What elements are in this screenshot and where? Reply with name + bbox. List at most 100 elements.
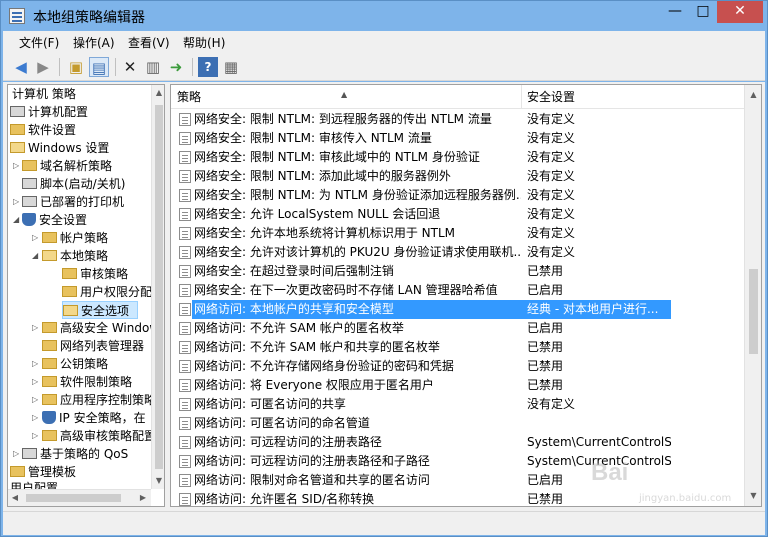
table-row[interactable]: 网络访问: 可远程访问的注册表路径和子路径 System\CurrentContr… xyxy=(171,452,744,471)
table-row[interactable]: 网络访问: 本地帐户的共享和安全模型 经典 - 对本地用户进行... xyxy=(171,300,744,319)
menu-file[interactable]: 文件(F) xyxy=(19,34,59,51)
chevron-right-icon[interactable]: ▷ xyxy=(32,427,40,445)
menu-action[interactable]: 操作(A) xyxy=(73,34,115,51)
table-row[interactable]: 网络安全: 允许对该计算机的 PKU2U 身份验证请求使用联机... 没有定义 xyxy=(171,243,744,262)
table-row[interactable]: 网络安全: 限制 NTLM: 审核传入 NTLM 流量 没有定义 xyxy=(171,129,744,148)
table-row[interactable]: 网络访问: 可匿名访问的命名管道 xyxy=(171,414,744,433)
chevron-right-icon[interactable]: ▷ xyxy=(13,157,21,175)
table-row[interactable]: 网络安全: 在超过登录时间后强制注销 已禁用 xyxy=(171,262,744,281)
minimize-button[interactable]: — xyxy=(661,1,689,23)
policy-name: 网络安全: 限制 NTLM: 添加此域中的服务器例外 xyxy=(194,169,451,183)
chevron-right-icon[interactable]: ▷ xyxy=(32,229,40,247)
show-tree-icon[interactable]: ▤ xyxy=(89,57,109,77)
scroll-right-icon[interactable]: ▶ xyxy=(136,490,150,506)
table-row[interactable]: 网络安全: 允许本地系统将计算机标识用于 NTLM 没有定义 xyxy=(171,224,744,243)
policy-value: 没有定义 xyxy=(527,226,576,240)
tree-item-windows-settings[interactable]: Windows 设置 xyxy=(10,139,109,157)
tree-horizontal-scrollbar[interactable]: ◀ ▶ xyxy=(8,489,151,506)
tree-item-app-control[interactable]: 应用程序控制策略 xyxy=(42,391,156,409)
chevron-right-icon[interactable]: ▷ xyxy=(32,373,40,391)
tree-scroll-thumb[interactable] xyxy=(155,105,163,469)
tree-item-audit-policy[interactable]: 审核策略 xyxy=(62,265,128,283)
scroll-down-icon[interactable]: ▼ xyxy=(152,473,164,489)
tree-item-account-policies[interactable]: 帐户策略 xyxy=(42,229,108,247)
tree-hscroll-thumb[interactable] xyxy=(26,494,121,502)
column-security-setting[interactable]: 安全设置 xyxy=(521,85,744,109)
export-icon[interactable]: ➜ xyxy=(166,57,186,77)
tree-item-public-key[interactable]: 公钥策略 xyxy=(42,355,108,373)
title-bar[interactable]: 本地组策略编辑器 — □ ✕ xyxy=(1,1,767,31)
table-row[interactable]: 网络访问: 将 Everyone 权限应用于匿名用户 已禁用 xyxy=(171,376,744,395)
tree-vertical-scrollbar[interactable]: ▲ ▼ xyxy=(151,85,164,489)
tree-item-computer-policy[interactable]: 计算机 策略 xyxy=(12,85,76,103)
chevron-right-icon[interactable]: ▷ xyxy=(32,391,40,409)
table-row[interactable]: 网络访问: 可远程访问的注册表路径 System\CurrentControlS.… xyxy=(171,433,744,452)
policy-setting-icon xyxy=(179,132,191,145)
menu-view[interactable]: 查看(V) xyxy=(128,34,170,51)
list-scroll-thumb[interactable] xyxy=(749,269,758,354)
table-row[interactable]: 网络安全: 限制 NTLM: 审核此域中的 NTLM 身份验证 没有定义 xyxy=(171,148,744,167)
forward-arrow-icon[interactable]: ▶ xyxy=(33,57,53,77)
policy-setting-icon xyxy=(179,303,191,316)
tree-item-admin-templates[interactable]: 管理模板 xyxy=(10,463,76,481)
tree-item-security-settings[interactable]: 安全设置 xyxy=(22,211,87,229)
table-row[interactable]: 网络访问: 不允许 SAM 帐户和共享的匿名枚举 已禁用 xyxy=(171,338,744,357)
policy-name: 网络安全: 限制 NTLM: 审核传入 NTLM 流量 xyxy=(194,131,432,145)
chevron-down-icon[interactable]: ◢ xyxy=(13,211,21,229)
policy-name: 网络安全: 限制 NTLM: 为 NTLM 身份验证添加远程服务器例... xyxy=(194,188,521,202)
tree-item-user-config[interactable]: 用户配置 xyxy=(10,481,58,489)
tree-item-software-settings[interactable]: 软件设置 xyxy=(10,121,76,139)
content-area: 计算机 策略 计算机配置 软件设置 Windows 设置 ▷ 域名解析策略 脚本… xyxy=(3,82,765,511)
table-row[interactable]: 网络访问: 不允许存储网络身份验证的密码和凭据 已禁用 xyxy=(171,357,744,376)
table-row[interactable]: 网络安全: 限制 NTLM: 为 NTLM 身份验证添加远程服务器例... 没有定… xyxy=(171,186,744,205)
tree-item-local-policies[interactable]: 本地策略 xyxy=(42,247,108,265)
table-row[interactable]: 网络安全: 允许 LocalSystem NULL 会话回退 没有定义 xyxy=(171,205,744,224)
delete-icon[interactable]: ✕ xyxy=(120,57,140,77)
chevron-right-icon[interactable]: ▷ xyxy=(13,193,21,211)
tree-item-computer-config[interactable]: 计算机配置 xyxy=(10,103,88,121)
close-button[interactable]: ✕ xyxy=(717,1,763,23)
chevron-down-icon[interactable]: ◢ xyxy=(32,247,40,265)
toolbar-separator xyxy=(192,58,193,76)
policy-name: 网络安全: 限制 NTLM: 审核此域中的 NTLM 身份验证 xyxy=(194,150,480,164)
list-vertical-scrollbar[interactable]: ▲ ▼ xyxy=(744,85,761,506)
up-folder-icon[interactable]: ▣ xyxy=(66,57,86,77)
tree-item-network-list[interactable]: 网络列表管理器 xyxy=(42,337,144,355)
back-arrow-icon[interactable]: ◀ xyxy=(11,57,31,77)
tree-item-name-resolution[interactable]: 域名解析策略 xyxy=(22,157,112,175)
tree-item-qos[interactable]: 基于策略的 QoS xyxy=(22,445,128,463)
tree-item-printers[interactable]: 已部署的打印机 xyxy=(22,193,124,211)
view-icon[interactable]: ▦ xyxy=(221,57,241,77)
table-row[interactable]: 网络访问: 不允许 SAM 帐户的匿名枚举 已启用 xyxy=(171,319,744,338)
menu-help[interactable]: 帮助(H) xyxy=(183,34,225,51)
table-row[interactable]: 网络安全: 在下一次更改密码时不存储 LAN 管理器哈希值 已启用 xyxy=(171,281,744,300)
tree-item-software-restriction[interactable]: 软件限制策略 xyxy=(42,373,132,391)
policy-name: 网络访问: 不允许 SAM 帐户的匿名枚举 xyxy=(194,321,404,335)
tree-item-firewall[interactable]: 高级安全 Windows xyxy=(42,319,164,337)
scroll-down-icon[interactable]: ▼ xyxy=(745,488,761,504)
policy-value: 已启用 xyxy=(527,321,564,335)
tree-item-ip-security[interactable]: IP 安全策略，在 xyxy=(42,409,146,427)
status-bar xyxy=(3,511,765,535)
table-row[interactable]: 网络访问: 限制对命名管道和共享的匿名访问 已启用 xyxy=(171,471,744,490)
tree-item-advanced-audit[interactable]: 高级审核策略配置 xyxy=(42,427,156,445)
scroll-up-icon[interactable]: ▲ xyxy=(745,87,761,103)
scroll-left-icon[interactable]: ◀ xyxy=(8,490,22,506)
table-row[interactable]: 网络访问: 允许匿名 SID/名称转换 已禁用 xyxy=(171,490,744,506)
chevron-right-icon[interactable]: ▷ xyxy=(32,355,40,373)
scroll-up-icon[interactable]: ▲ xyxy=(152,85,164,101)
table-row[interactable]: 网络安全: 限制 NTLM: 添加此域中的服务器例外 没有定义 xyxy=(171,167,744,186)
properties-icon[interactable]: ▥ xyxy=(143,57,163,77)
help-icon[interactable]: ? xyxy=(198,57,218,77)
tree-item-user-rights[interactable]: 用户权限分配 xyxy=(62,283,152,301)
chevron-right-icon[interactable]: ▷ xyxy=(32,409,40,427)
table-row[interactable]: 网络安全: 限制 NTLM: 到远程服务器的传出 NTLM 流量 没有定义 xyxy=(171,110,744,129)
chevron-right-icon[interactable]: ▷ xyxy=(13,445,21,463)
tree-item-security-options[interactable]: 安全选项 xyxy=(62,301,139,319)
maximize-button[interactable]: □ xyxy=(689,1,717,23)
table-row[interactable]: 网络访问: 可匿名访问的共享 没有定义 xyxy=(171,395,744,414)
column-policy[interactable]: 策略 ▲ xyxy=(171,85,521,109)
policy-name: 网络访问: 本地帐户的共享和安全模型 xyxy=(192,300,521,319)
chevron-right-icon[interactable]: ▷ xyxy=(32,319,40,337)
tree-item-scripts[interactable]: 脚本(启动/关机) xyxy=(22,175,125,193)
